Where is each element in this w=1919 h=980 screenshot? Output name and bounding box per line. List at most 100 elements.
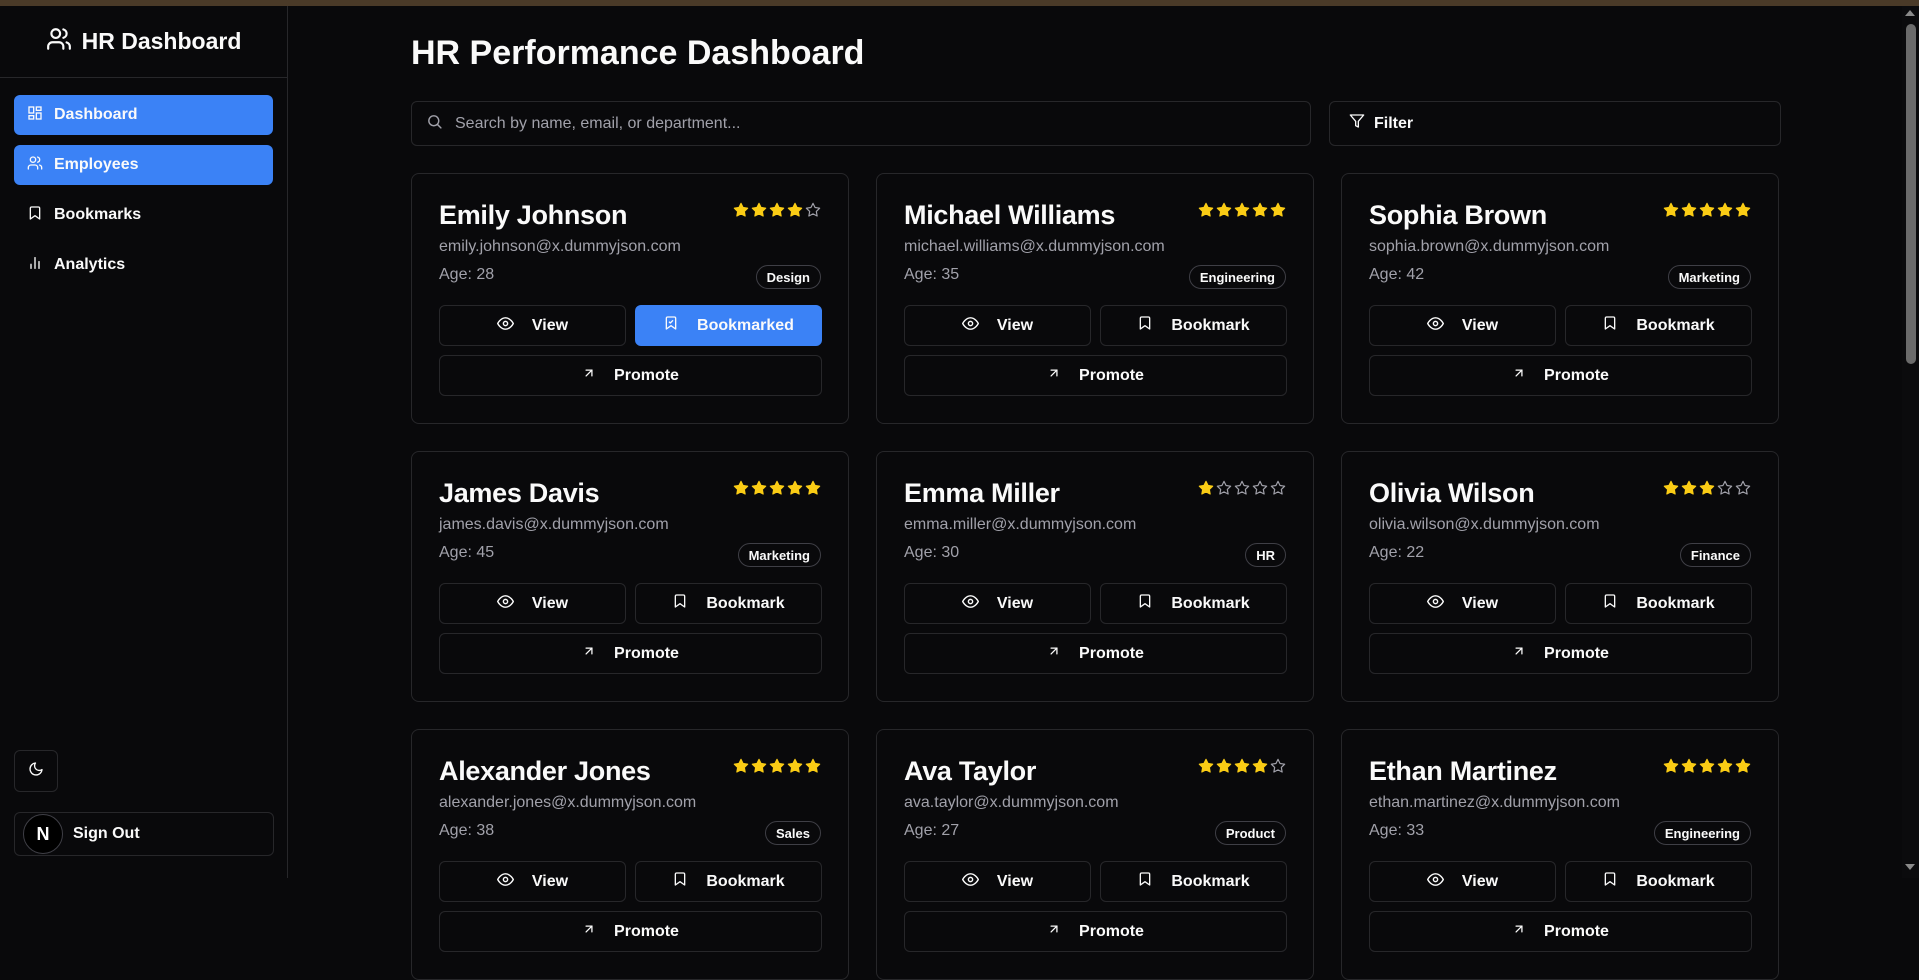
employee-card: James Davis james.davis@x.dummyjson.com Ag… bbox=[411, 451, 849, 702]
star-filled-icon bbox=[733, 202, 749, 223]
star-filled-icon bbox=[805, 480, 821, 501]
star-filled-icon bbox=[769, 480, 785, 501]
employee-age: Age: 38 bbox=[439, 822, 495, 839]
star-empty-icon bbox=[1252, 480, 1268, 501]
view-button[interactable]: View bbox=[904, 583, 1091, 624]
bookmark-button[interactable]: Bookmark bbox=[1100, 305, 1287, 346]
eye-icon bbox=[496, 315, 514, 337]
promote-label: Promote bbox=[614, 366, 679, 384]
sidebar-item-dashboard[interactable]: Dashboard bbox=[14, 95, 273, 135]
employee-name: Michael Williams bbox=[904, 200, 1116, 230]
scrollbar-thumb[interactable] bbox=[1906, 24, 1916, 364]
sign-out-button[interactable]: N Sign Out bbox=[14, 812, 274, 856]
view-label: View bbox=[996, 872, 1034, 890]
theme-toggle-button[interactable] bbox=[14, 750, 58, 792]
employee-age: Age: 42 bbox=[1369, 266, 1425, 283]
employee-age: Age: 27 bbox=[904, 822, 960, 839]
employee-email: emily.johnson@x.dummyjson.com bbox=[439, 238, 681, 255]
bookmark-button[interactable]: Bookmark bbox=[635, 861, 822, 902]
eye-icon bbox=[496, 871, 514, 893]
bookmark-icon bbox=[1602, 315, 1618, 336]
sidebar-item-label: Analytics bbox=[54, 256, 126, 273]
promote-button[interactable]: Promote bbox=[1369, 355, 1752, 396]
scroll-down-arrow-icon[interactable] bbox=[1905, 864, 1915, 870]
promote-button[interactable]: Promote bbox=[904, 911, 1287, 952]
star-filled-icon bbox=[1735, 202, 1751, 223]
promote-button[interactable]: Promote bbox=[1369, 633, 1752, 674]
promote-button[interactable]: Promote bbox=[904, 355, 1287, 396]
dashboard-icon bbox=[27, 105, 43, 126]
promote-button[interactable]: Promote bbox=[439, 355, 822, 396]
sidebar-item-bookmarks[interactable]: Bookmarks bbox=[14, 195, 273, 235]
promote-button[interactable]: Promote bbox=[1369, 911, 1752, 952]
bookmark-button[interactable]: Bookmark bbox=[1565, 583, 1752, 624]
sidebar-item-analytics[interactable]: Analytics bbox=[14, 245, 273, 285]
department-badge: Design bbox=[755, 265, 821, 289]
star-filled-icon bbox=[733, 758, 749, 779]
bookmark-button[interactable]: Bookmark bbox=[1100, 583, 1287, 624]
star-empty-icon bbox=[1270, 758, 1286, 779]
employee-age: Age: 35 bbox=[904, 266, 960, 283]
view-button[interactable]: View bbox=[904, 305, 1091, 346]
sidebar: HR Dashboard Dashboard Employees Bookmar… bbox=[0, 6, 288, 878]
app: HR Dashboard Dashboard Employees Bookmar… bbox=[0, 6, 1919, 980]
rating-stars bbox=[1663, 202, 1751, 223]
bookmark-icon bbox=[1137, 315, 1153, 336]
rating-stars bbox=[733, 480, 821, 501]
bookmark-button[interactable]: Bookmark bbox=[1100, 861, 1287, 902]
filter-button[interactable]: Filter bbox=[1329, 101, 1781, 146]
promote-label: Promote bbox=[614, 922, 679, 940]
star-filled-icon bbox=[1717, 758, 1733, 779]
view-button[interactable]: View bbox=[439, 861, 626, 902]
rating-stars bbox=[1663, 758, 1751, 779]
search-input[interactable] bbox=[455, 114, 1255, 133]
view-button[interactable]: View bbox=[439, 305, 626, 346]
arrow-up-right-icon bbox=[582, 644, 596, 663]
brand[interactable]: HR Dashboard bbox=[0, 6, 287, 78]
bar-chart-icon bbox=[27, 255, 43, 276]
star-filled-icon bbox=[1681, 480, 1697, 501]
view-label: View bbox=[1461, 872, 1499, 890]
star-filled-icon bbox=[1198, 758, 1214, 779]
promote-button[interactable]: Promote bbox=[904, 633, 1287, 674]
star-filled-icon bbox=[751, 202, 767, 223]
employee-card: Ava Taylor ava.taylor@x.dummyjson.com Age:… bbox=[876, 729, 1314, 980]
scroll-up-arrow-icon[interactable] bbox=[1905, 10, 1915, 16]
view-button[interactable]: View bbox=[439, 583, 626, 624]
promote-label: Promote bbox=[1544, 366, 1609, 384]
search-bar[interactable] bbox=[411, 101, 1311, 146]
promote-button[interactable]: Promote bbox=[439, 633, 822, 674]
department-badge: Finance bbox=[1679, 543, 1751, 567]
view-button[interactable]: View bbox=[1369, 583, 1556, 624]
bookmark-button[interactable]: Bookmarked bbox=[635, 305, 822, 346]
eye-icon bbox=[1426, 315, 1444, 337]
star-filled-icon bbox=[787, 480, 803, 501]
view-button[interactable]: View bbox=[1369, 305, 1556, 346]
promote-button[interactable]: Promote bbox=[439, 911, 822, 952]
bookmark-button[interactable]: Bookmark bbox=[1565, 305, 1752, 346]
filter-icon bbox=[1349, 113, 1365, 134]
eye-icon bbox=[496, 593, 514, 615]
sidebar-item-employees[interactable]: Employees bbox=[14, 145, 273, 185]
main-content: HR Performance Dashboard Filter Emily Jo… bbox=[411, 6, 1781, 980]
bookmark-icon bbox=[27, 205, 43, 226]
employee-name: Olivia Wilson bbox=[1369, 478, 1535, 508]
view-button[interactable]: View bbox=[904, 861, 1091, 902]
bookmark-button[interactable]: Bookmark bbox=[1565, 861, 1752, 902]
brand-title: HR Dashboard bbox=[81, 28, 242, 54]
star-filled-icon bbox=[787, 758, 803, 779]
employee-name: Ava Taylor bbox=[904, 756, 1037, 786]
star-filled-icon bbox=[805, 758, 821, 779]
department-badge: HR bbox=[1245, 543, 1286, 567]
bookmark-label: Bookmark bbox=[1636, 316, 1715, 334]
rating-stars bbox=[733, 202, 821, 223]
arrow-up-right-icon bbox=[1047, 922, 1061, 941]
star-filled-icon bbox=[787, 202, 803, 223]
employee-email: emma.miller@x.dummyjson.com bbox=[904, 516, 1137, 533]
view-label: View bbox=[996, 594, 1034, 612]
employee-name: James Davis bbox=[439, 478, 600, 508]
employee-card: Michael Williams michael.williams@x.dummy… bbox=[876, 173, 1314, 424]
view-button[interactable]: View bbox=[1369, 861, 1556, 902]
bookmark-button[interactable]: Bookmark bbox=[635, 583, 822, 624]
employee-card: Sophia Brown sophia.brown@x.dummyjson.com… bbox=[1341, 173, 1779, 424]
